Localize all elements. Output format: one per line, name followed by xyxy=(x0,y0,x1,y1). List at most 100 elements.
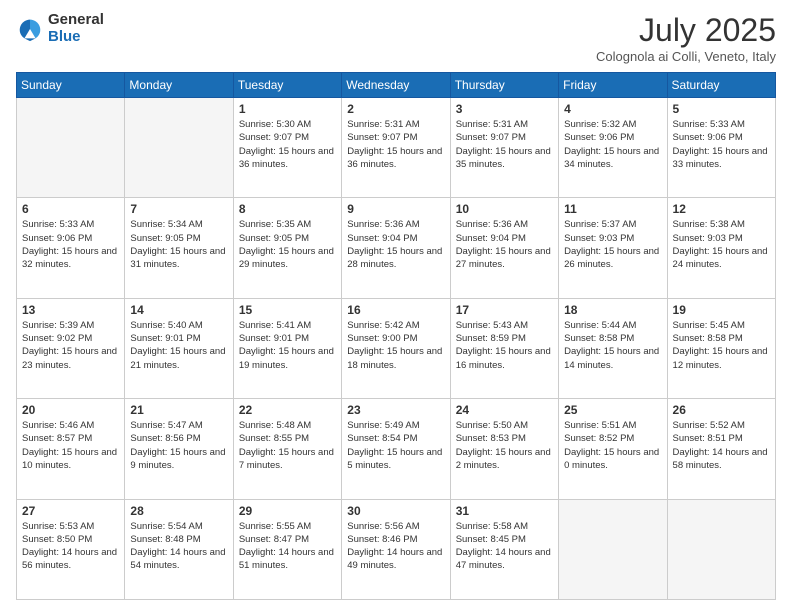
day-info: Sunrise: 5:46 AM Sunset: 8:57 PM Dayligh… xyxy=(22,419,119,472)
day-info: Sunrise: 5:48 AM Sunset: 8:55 PM Dayligh… xyxy=(239,419,336,472)
day-number: 8 xyxy=(239,202,336,216)
calendar-day-header: Thursday xyxy=(450,73,558,98)
calendar-day-cell: 26 Sunrise: 5:52 AM Sunset: 8:51 PM Dayli… xyxy=(667,399,775,499)
day-number: 21 xyxy=(130,403,227,417)
calendar-day-cell: 23 Sunrise: 5:49 AM Sunset: 8:54 PM Dayli… xyxy=(342,399,450,499)
day-number: 25 xyxy=(564,403,661,417)
calendar-week-row: 6Sunrise: 5:33 AM Sunset: 9:06 PM Daylig… xyxy=(17,198,776,298)
calendar-day-cell: 21 Sunrise: 5:47 AM Sunset: 8:56 PM Dayli… xyxy=(125,399,233,499)
day-info: Sunrise: 5:51 AM Sunset: 8:52 PM Dayligh… xyxy=(564,419,661,472)
calendar-day-cell: 14 Sunrise: 5:40 AM Sunset: 9:01 PM Dayli… xyxy=(125,298,233,398)
calendar-day-cell: 12 Sunrise: 5:38 AM Sunset: 9:03 PM Dayli… xyxy=(667,198,775,298)
calendar-table: SundayMondayTuesdayWednesdayThursdayFrid… xyxy=(16,72,776,600)
day-info: Sunrise: 5:41 AM Sunset: 9:01 PM Dayligh… xyxy=(239,319,336,372)
day-number: 19 xyxy=(673,303,770,317)
day-info: Sunrise: 5:32 AM Sunset: 9:06 PM Dayligh… xyxy=(564,118,661,171)
calendar-day-cell: 3 Sunrise: 5:31 AM Sunset: 9:07 PM Daylig… xyxy=(450,98,558,198)
calendar-day-header: Monday xyxy=(125,73,233,98)
day-number: 28 xyxy=(130,504,227,518)
day-number: 7 xyxy=(130,202,227,216)
day-number: 4 xyxy=(564,102,661,116)
day-info: Sunrise: 5:42 AM Sunset: 9:00 PM Dayligh… xyxy=(347,319,444,372)
day-number: 23 xyxy=(347,403,444,417)
day-info: Sunrise: 5:38 AM Sunset: 9:03 PM Dayligh… xyxy=(673,218,770,271)
calendar-day-cell: 1 Sunrise: 5:30 AM Sunset: 9:07 PM Daylig… xyxy=(233,98,341,198)
day-number: 18 xyxy=(564,303,661,317)
day-number: 5 xyxy=(673,102,770,116)
calendar-day-cell: 5 Sunrise: 5:33 AM Sunset: 9:06 PM Daylig… xyxy=(667,98,775,198)
calendar-day-header: Friday xyxy=(559,73,667,98)
day-info: Sunrise: 5:50 AM Sunset: 8:53 PM Dayligh… xyxy=(456,419,553,472)
day-info: Sunrise: 5:56 AM Sunset: 8:46 PM Dayligh… xyxy=(347,520,444,573)
day-info: Sunrise: 5:52 AM Sunset: 8:51 PM Dayligh… xyxy=(673,419,770,472)
calendar-day-cell: 24 Sunrise: 5:50 AM Sunset: 8:53 PM Dayli… xyxy=(450,399,558,499)
day-number: 30 xyxy=(347,504,444,518)
day-info: Sunrise: 5:33 AM Sunset: 9:06 PM Dayligh… xyxy=(673,118,770,171)
day-info: Sunrise: 5:36 AM Sunset: 9:04 PM Dayligh… xyxy=(456,218,553,271)
day-number: 29 xyxy=(239,504,336,518)
day-info: Sunrise: 5:49 AM Sunset: 8:54 PM Dayligh… xyxy=(347,419,444,472)
day-number: 3 xyxy=(456,102,553,116)
calendar-day-header: Sunday xyxy=(17,73,125,98)
calendar-day-header: Saturday xyxy=(667,73,775,98)
logo-text: General Blue xyxy=(48,12,104,45)
calendar-day-cell: 9 Sunrise: 5:36 AM Sunset: 9:04 PM Daylig… xyxy=(342,198,450,298)
day-info: Sunrise: 5:36 AM Sunset: 9:04 PM Dayligh… xyxy=(347,218,444,271)
calendar-day-cell: 13Sunrise: 5:39 AM Sunset: 9:02 PM Dayli… xyxy=(17,298,125,398)
calendar-day-cell xyxy=(667,499,775,599)
month-title: July 2025 xyxy=(596,12,776,49)
calendar-day-cell: 28Sunrise: 5:54 AM Sunset: 8:48 PM Dayli… xyxy=(125,499,233,599)
day-number: 12 xyxy=(673,202,770,216)
day-info: Sunrise: 5:58 AM Sunset: 8:45 PM Dayligh… xyxy=(456,520,553,573)
calendar-day-cell: 8 Sunrise: 5:35 AM Sunset: 9:05 PM Daylig… xyxy=(233,198,341,298)
calendar-day-cell: 20 Sunrise: 5:46 AM Sunset: 8:57 PM Dayli… xyxy=(17,399,125,499)
calendar-week-row: 13Sunrise: 5:39 AM Sunset: 9:02 PM Dayli… xyxy=(17,298,776,398)
day-number: 14 xyxy=(130,303,227,317)
logo: General Blue xyxy=(16,12,104,45)
day-info: Sunrise: 5:35 AM Sunset: 9:05 PM Dayligh… xyxy=(239,218,336,271)
calendar-day-cell: 10 Sunrise: 5:36 AM Sunset: 9:04 PM Dayli… xyxy=(450,198,558,298)
day-info: Sunrise: 5:44 AM Sunset: 8:58 PM Dayligh… xyxy=(564,319,661,372)
day-info: Sunrise: 5:37 AM Sunset: 9:03 PM Dayligh… xyxy=(564,218,661,271)
calendar-day-cell: 11 Sunrise: 5:37 AM Sunset: 9:03 PM Dayli… xyxy=(559,198,667,298)
day-number: 20 xyxy=(22,403,119,417)
day-number: 27 xyxy=(22,504,119,518)
calendar-day-cell: 18 Sunrise: 5:44 AM Sunset: 8:58 PM Dayli… xyxy=(559,298,667,398)
day-number: 16 xyxy=(347,303,444,317)
calendar-day-header: Tuesday xyxy=(233,73,341,98)
day-number: 6 xyxy=(22,202,119,216)
calendar-day-cell xyxy=(125,98,233,198)
day-number: 11 xyxy=(564,202,661,216)
day-info: Sunrise: 5:34 AM Sunset: 9:05 PM Dayligh… xyxy=(130,218,227,271)
day-info: Sunrise: 5:40 AM Sunset: 9:01 PM Dayligh… xyxy=(130,319,227,372)
title-section: July 2025 Colognola ai Colli, Veneto, It… xyxy=(596,12,776,64)
day-number: 24 xyxy=(456,403,553,417)
calendar-day-cell: 30 Sunrise: 5:56 AM Sunset: 8:46 PM Dayli… xyxy=(342,499,450,599)
page: General Blue July 2025 Colognola ai Coll… xyxy=(0,0,792,612)
calendar-week-row: 1 Sunrise: 5:30 AM Sunset: 9:07 PM Daylig… xyxy=(17,98,776,198)
day-number: 1 xyxy=(239,102,336,116)
calendar-day-cell: 7 Sunrise: 5:34 AM Sunset: 9:05 PM Daylig… xyxy=(125,198,233,298)
day-number: 26 xyxy=(673,403,770,417)
calendar-header-row: SundayMondayTuesdayWednesdayThursdayFrid… xyxy=(17,73,776,98)
logo-icon xyxy=(16,15,44,43)
calendar-week-row: 27 Sunrise: 5:53 AM Sunset: 8:50 PM Dayli… xyxy=(17,499,776,599)
day-info: Sunrise: 5:43 AM Sunset: 8:59 PM Dayligh… xyxy=(456,319,553,372)
day-info: Sunrise: 5:55 AM Sunset: 8:47 PM Dayligh… xyxy=(239,520,336,573)
day-info: Sunrise: 5:31 AM Sunset: 9:07 PM Dayligh… xyxy=(456,118,553,171)
calendar-day-cell: 25 Sunrise: 5:51 AM Sunset: 8:52 PM Dayli… xyxy=(559,399,667,499)
calendar-day-cell: 2Sunrise: 5:31 AM Sunset: 9:07 PM Daylig… xyxy=(342,98,450,198)
calendar-day-cell: 22Sunrise: 5:48 AM Sunset: 8:55 PM Dayli… xyxy=(233,399,341,499)
day-info: Sunrise: 5:30 AM Sunset: 9:07 PM Dayligh… xyxy=(239,118,336,171)
day-number: 10 xyxy=(456,202,553,216)
logo-blue-text: Blue xyxy=(48,29,104,46)
calendar-week-row: 20 Sunrise: 5:46 AM Sunset: 8:57 PM Dayli… xyxy=(17,399,776,499)
day-info: Sunrise: 5:53 AM Sunset: 8:50 PM Dayligh… xyxy=(22,520,119,573)
header: General Blue July 2025 Colognola ai Coll… xyxy=(16,12,776,64)
day-info: Sunrise: 5:47 AM Sunset: 8:56 PM Dayligh… xyxy=(130,419,227,472)
day-info: Sunrise: 5:39 AM Sunset: 9:02 PM Dayligh… xyxy=(22,319,119,372)
calendar-day-cell: 27 Sunrise: 5:53 AM Sunset: 8:50 PM Dayli… xyxy=(17,499,125,599)
calendar-day-cell: 19Sunrise: 5:45 AM Sunset: 8:58 PM Dayli… xyxy=(667,298,775,398)
logo-general-text: General xyxy=(48,12,104,29)
day-number: 9 xyxy=(347,202,444,216)
